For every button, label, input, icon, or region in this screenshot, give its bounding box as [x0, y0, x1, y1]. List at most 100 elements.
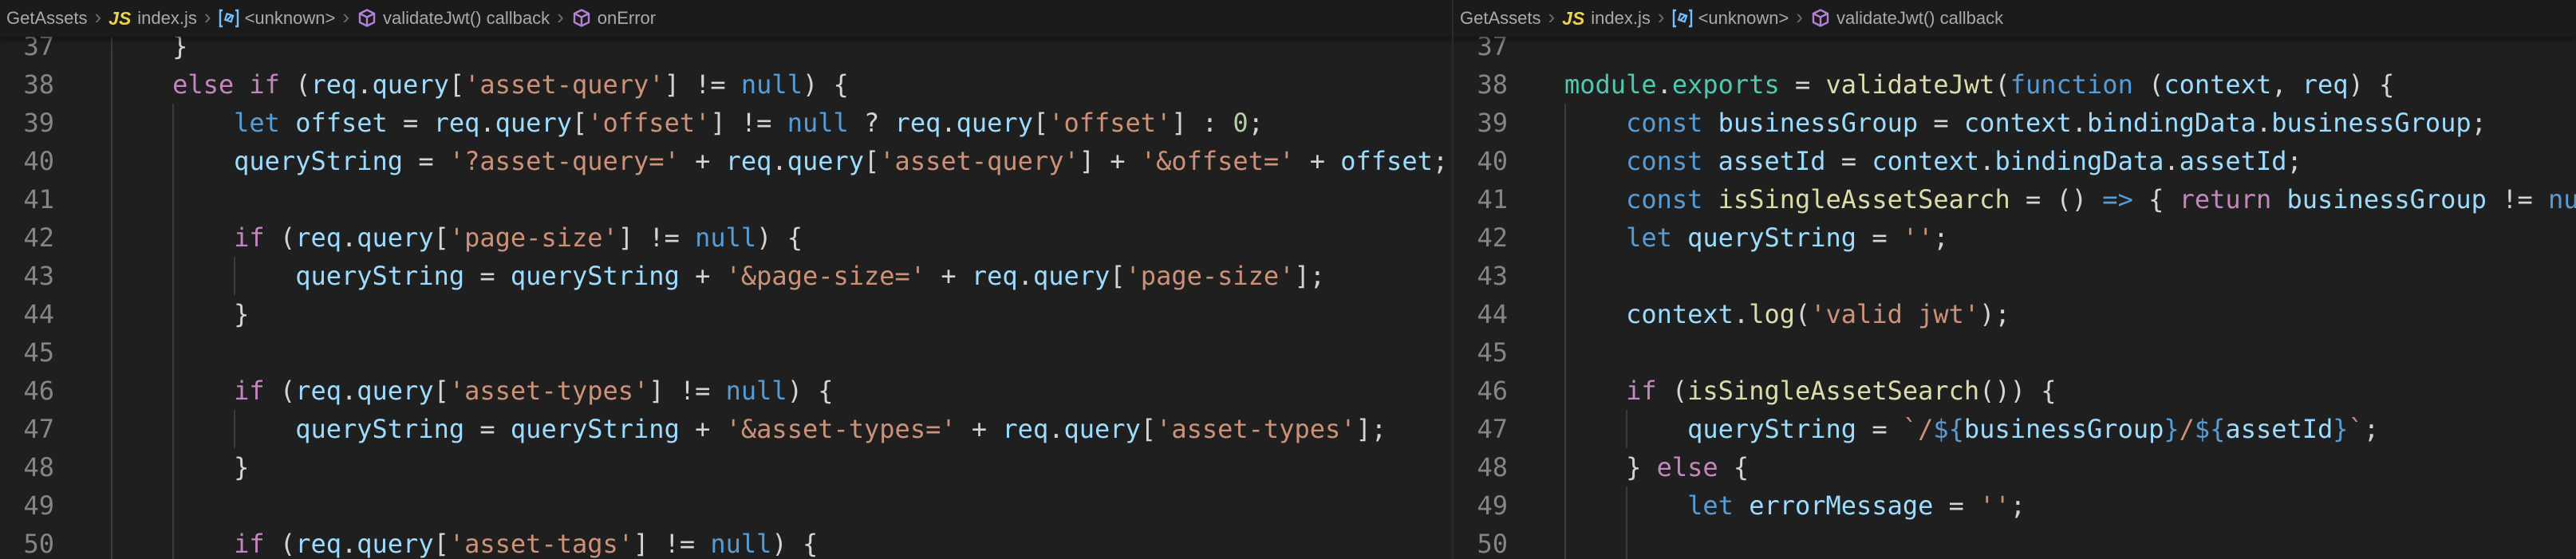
indent-guide: [234, 410, 236, 448]
breadcrumb-item[interactable]: JS index.js: [108, 8, 197, 30]
indent-guide: [111, 218, 112, 257]
line-number[interactable]: 50: [1454, 525, 1508, 559]
code-text[interactable]: if (req.query['asset-tags'] != null) {​: [111, 525, 1452, 559]
code-lines: 37 }​38 else if (req.query['asset-query'…: [0, 37, 1452, 559]
code-editor[interactable]: 37 }​38 else if (req.query['asset-query'…: [0, 37, 1452, 559]
code-text[interactable]: }​: [111, 37, 1452, 65]
code-line: 43 ​: [1454, 257, 2576, 295]
line-number[interactable]: 45: [1454, 333, 1508, 372]
code-text[interactable]: const isSingleAssetSearch = () => { retu…: [1564, 180, 2576, 218]
code-text[interactable]: let offset = req.query['offset'] != null…: [111, 104, 1452, 142]
line-number[interactable]: 45: [0, 333, 54, 372]
line-number[interactable]: 38: [0, 65, 54, 104]
line-number[interactable]: 47: [1454, 410, 1508, 448]
line-number[interactable]: 42: [0, 218, 54, 257]
line-number[interactable]: 39: [1454, 104, 1508, 142]
line-number[interactable]: 43: [0, 257, 54, 295]
indent-guide: [111, 65, 112, 104]
code-text[interactable]: ​: [1564, 37, 2576, 65]
breadcrumb-label: onError: [597, 8, 657, 28]
breadcrumb-item[interactable]: validateJwt() callback: [1810, 8, 2003, 29]
line-number[interactable]: 41: [1454, 180, 1508, 218]
indent-guide: [1564, 448, 1566, 486]
breadcrumb-label: validateJwt() callback: [1836, 8, 2004, 28]
code-text[interactable]: queryString = `/${businessGroup}/${asset…: [1564, 410, 2576, 448]
code-text[interactable]: queryString = queryString + '&page-size=…: [111, 257, 1452, 295]
code-text[interactable]: if (req.query['asset-types'] != null) {​: [111, 372, 1452, 410]
line-number[interactable]: 37: [1454, 37, 1508, 65]
line-number[interactable]: 41: [0, 180, 54, 218]
breadcrumb-item[interactable]: onError: [571, 8, 656, 29]
code-text[interactable]: if (req.query['page-size'] != null) {​: [111, 218, 1452, 257]
line-number[interactable]: 38: [1454, 65, 1508, 104]
line-number[interactable]: 40: [0, 142, 54, 180]
line-number[interactable]: 49: [0, 486, 54, 525]
indent-guide: [1564, 295, 1566, 333]
line-number[interactable]: 46: [1454, 372, 1508, 410]
code-text[interactable]: const businessGroup = context.bindingDat…: [1564, 104, 2576, 142]
line-number[interactable]: 46: [0, 372, 54, 410]
function-symbol-icon: [1810, 8, 1831, 29]
indent-guide: [1564, 525, 1566, 559]
indent-guide: [172, 257, 175, 295]
line-number[interactable]: 48: [1454, 448, 1508, 486]
code-text[interactable]: }​: [111, 448, 1452, 486]
line-number[interactable]: 50: [0, 525, 54, 559]
code-text[interactable]: ​: [1564, 333, 2576, 372]
indent-guide: [1564, 142, 1566, 180]
line-number[interactable]: 47: [0, 410, 54, 448]
code-text[interactable]: let queryString = '';​: [1564, 218, 2576, 257]
indent-guide: [111, 333, 112, 372]
module-symbol-icon: [1672, 8, 1693, 29]
line-number[interactable]: 42: [1454, 218, 1508, 257]
code-text[interactable]: ​: [111, 333, 1452, 372]
code-text[interactable]: ​: [111, 486, 1452, 525]
code-line: 42 let queryString = '';​: [1454, 218, 2576, 257]
line-number[interactable]: 37: [0, 37, 54, 65]
breadcrumb-item[interactable]: GetAssets: [1460, 8, 1540, 29]
code-editor[interactable]: 37 ​ 38 module.exports = validateJwt(functi…: [1454, 37, 2576, 559]
breadcrumb-item[interactable]: <unknown>: [219, 8, 335, 29]
breadcrumb: GetAssets › JS index.js › <unknown> › validateJ…: [0, 0, 1452, 37]
indent-guide: [1564, 104, 1566, 142]
breadcrumb-item[interactable]: <unknown>: [1672, 8, 1789, 29]
editor-pane-right: GetAssets › JS index.js › <unknown> › validateJ…: [1454, 0, 2576, 559]
code-text[interactable]: let errorMessage = '';​: [1564, 486, 2576, 525]
code-line: 42 if (req.query['page-size'] != null) {…: [0, 218, 1452, 257]
indent-guide: [172, 410, 175, 448]
indent-guide: [1564, 218, 1566, 257]
breadcrumb-item[interactable]: JS index.js: [1562, 8, 1651, 30]
line-number[interactable]: 44: [0, 295, 54, 333]
code-text[interactable]: context.log('valid jwt');​: [1564, 295, 2576, 333]
code-line: 37 }​: [0, 37, 1452, 65]
line-number[interactable]: 49: [1454, 486, 1508, 525]
breadcrumb-separator-icon: ›: [1796, 5, 1803, 29]
code-text[interactable]: } else {​: [1564, 448, 2576, 486]
code-text[interactable]: const assetId = context.bindingData.asse…: [1564, 142, 2576, 180]
breadcrumb-label: GetAssets: [1460, 8, 1541, 28]
code-text[interactable]: module.exports = validateJwt(function (c…: [1564, 65, 2576, 104]
breadcrumb-item[interactable]: GetAssets: [6, 8, 87, 29]
code-text[interactable]: ​: [111, 180, 1452, 218]
code-text[interactable]: queryString = queryString + '&asset-type…: [111, 410, 1452, 448]
line-number[interactable]: 44: [1454, 295, 1508, 333]
code-text[interactable]: ​: [1564, 257, 2576, 295]
code-line: 39 const businessGroup = context.binding…: [1454, 104, 2576, 142]
code-line: 40 queryString = '?asset-query=' + req.q…: [0, 142, 1452, 180]
code-text[interactable]: if (isSingleAssetSearch()) {​: [1564, 372, 2576, 410]
line-number[interactable]: 48: [0, 448, 54, 486]
line-number[interactable]: 39: [0, 104, 54, 142]
code-text[interactable]: ​: [1564, 525, 2576, 559]
indent-guide: [1626, 486, 1628, 525]
breadcrumb-item[interactable]: validateJwt() callback: [357, 8, 550, 29]
code-text[interactable]: else if (req.query['asset-query'] != nul…: [111, 65, 1452, 104]
code-line: 46 if (isSingleAssetSearch()) {​: [1454, 372, 2576, 410]
code-text[interactable]: queryString = '?asset-query=' + req.quer…: [111, 142, 1452, 180]
code-text[interactable]: }​: [111, 295, 1452, 333]
breadcrumb-label: index.js: [1591, 8, 1651, 28]
line-number[interactable]: 43: [1454, 257, 1508, 295]
breadcrumb-separator-icon: ›: [94, 5, 102, 29]
breadcrumb: GetAssets › JS index.js › <unknown> › validateJ…: [1454, 0, 2576, 37]
line-number[interactable]: 40: [1454, 142, 1508, 180]
code-line: 41 const isSingleAssetSearch = () => { r…: [1454, 180, 2576, 218]
